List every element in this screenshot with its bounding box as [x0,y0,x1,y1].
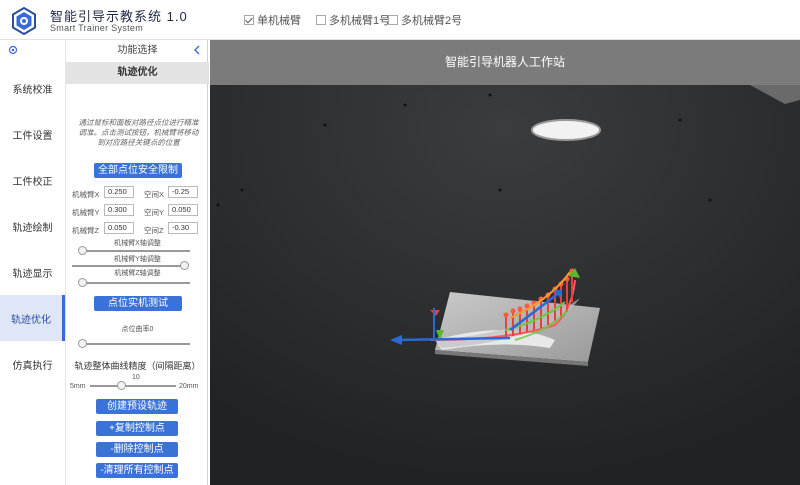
app-header: 智能引导示教系统 1.0 Smart Trainer System 单机械臂 多… [0,0,800,40]
y-slider-track[interactable] [72,265,188,267]
curvature-slider-handle[interactable] [78,339,87,348]
precision-slider-handle[interactable] [117,381,126,390]
nav-top [0,40,65,60]
mode-single-arm[interactable]: 单机械臂 [244,12,301,28]
nav-item-label: 轨迹优化 [11,314,51,326]
copy-control-point-button[interactable]: +复制控制点 [96,421,178,436]
3d-viewport[interactable]: 智能引导机器人工作站 [210,40,800,485]
field-label: 空间Z [144,226,164,235]
slider-label: 机械臂Z轴调整 [114,270,161,277]
field-label: 机械臂Y [72,208,100,217]
precision-value: 10 [132,374,140,381]
mode-multi-arm-2[interactable]: 多机械臂2号 [388,12,462,28]
nav-item-trajectory-optimization[interactable]: 轨迹优化 [0,295,65,341]
safety-limit-button[interactable]: 全部点位安全限制 [94,163,182,178]
mode-label: 多机械臂1号 [329,15,391,27]
nav-item-label: 工件设置 [12,130,53,142]
checkbox-checked-icon[interactable] [244,15,254,25]
logo-icon [12,7,36,35]
precision-title: 轨迹整体曲线精度（间隔距离） [74,361,201,371]
arm-z-field[interactable]: 0.050 [104,222,134,234]
nav-item-simulation[interactable]: 仿真执行 [0,341,65,387]
function-panel: 功能选择 轨迹优化 通过鼠标和面板对路径点位进行精准调准。点击测试按钮，机械臂将… [65,40,209,485]
x-slider-track[interactable] [80,250,190,252]
nav-item-label: 仿真执行 [12,360,53,372]
nav-item-label: 系统校准 [12,84,53,96]
field-label: 机械臂Z [72,226,100,235]
nav-item-system-calibration[interactable]: 系统校准 [0,65,65,111]
point-test-button[interactable]: 点位实机测试 [94,296,182,311]
delete-control-point-button[interactable]: -删除控制点 [96,442,178,457]
space-y-field[interactable]: 0.050 [168,204,198,216]
viewport-title: 智能引导机器人工作站 [444,55,565,69]
mode-label: 单机械臂 [257,15,301,27]
scene-hole [531,119,601,141]
scene-render [210,40,800,485]
mode-label: 多机械臂2号 [401,15,463,27]
checkbox-icon[interactable] [316,15,326,25]
z-slider-handle[interactable] [78,278,87,287]
precision-max-label: 20mm [179,383,199,390]
workpiece[interactable] [435,292,600,366]
nav-item-workpiece-setup[interactable]: 工件设置 [0,111,65,157]
arm-x-field[interactable]: 0.250 [104,186,134,198]
field-label: 空间X [144,190,165,199]
nav-item-workpiece-correction[interactable]: 工件校正 [0,157,65,203]
curvature-slider-track[interactable] [80,343,190,345]
space-z-field[interactable]: -0.30 [168,222,198,234]
tab-trajectory-optimization[interactable]: 轨迹优化 [66,62,209,84]
nav-item-label: 轨迹绘制 [12,222,53,234]
mode-multi-arm-1[interactable]: 多机械臂1号 [316,12,390,28]
precision-min-label: 5mm [70,383,86,390]
nav-item-label: 工件校正 [12,176,53,188]
curvature-label: 点位曲率0 [121,326,154,333]
field-label: 空间Y [144,208,165,217]
left-nav: 系统校准 工件设置 工件校正 轨迹绘制 轨迹显示 轨迹优化 仿真执行 [0,40,65,485]
chevron-left-icon[interactable] [193,45,201,55]
nav-item-trajectory-drawing[interactable]: 轨迹绘制 [0,203,65,249]
panel-header: 功能选择 [117,45,158,56]
arm-y-field[interactable]: 0.300 [104,204,134,216]
nav-item-label: 轨迹显示 [12,268,53,280]
slider-label: 机械臂X轴调整 [114,240,161,247]
field-label: 机械臂X [72,190,100,199]
nav-item-trajectory-display[interactable]: 轨迹显示 [0,249,65,295]
z-slider-track[interactable] [80,282,190,284]
panel-description: 通过鼠标和面板对路径点位进行精准调准。点击测试按钮，机械臂将移动到对应路径关键点… [78,118,199,147]
gear-icon[interactable] [8,45,18,55]
space-x-field[interactable]: -0.25 [168,186,198,198]
clear-all-control-points-button[interactable]: -清理所有控制点 [96,463,178,478]
create-preset-trajectory-button[interactable]: 创建预设轨迹 [96,399,178,414]
precision-slider-track[interactable] [90,385,176,387]
checkbox-icon[interactable] [388,15,398,25]
app-subtitle: Smart Trainer System [50,23,144,33]
